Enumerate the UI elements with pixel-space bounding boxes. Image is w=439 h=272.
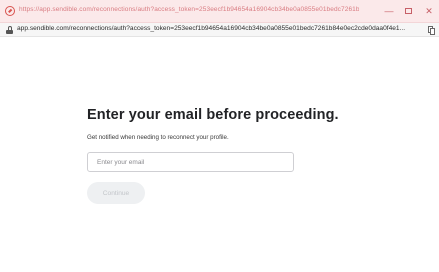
page-subtitle: Get notified when needing to reconnect y… [87,134,229,141]
url-text[interactable]: app.sendible.com/reconnections/auth?acce… [17,25,422,32]
email-field[interactable] [87,152,294,172]
reader-view-icon[interactable] [427,25,436,35]
lock-icon[interactable] [6,26,13,34]
window-title: https://app.sendible.com/reconnections/a… [19,6,359,13]
maximize-icon [405,8,412,14]
title-bar: https://app.sendible.com/reconnections/a… [0,0,439,23]
browser-window: https://app.sendible.com/reconnections/a… [0,0,439,272]
minimize-button[interactable]: — [383,5,395,17]
close-button[interactable]: ✕ [423,5,435,17]
continue-button[interactable]: Continue [87,182,145,204]
maximize-button[interactable] [403,5,415,17]
page-content: Enter your email before proceeding. Get … [0,38,439,272]
address-bar[interactable]: app.sendible.com/reconnections/auth?acce… [0,23,439,37]
site-blocked-icon [5,6,15,16]
page-title: Enter your email before proceeding. [87,107,339,123]
